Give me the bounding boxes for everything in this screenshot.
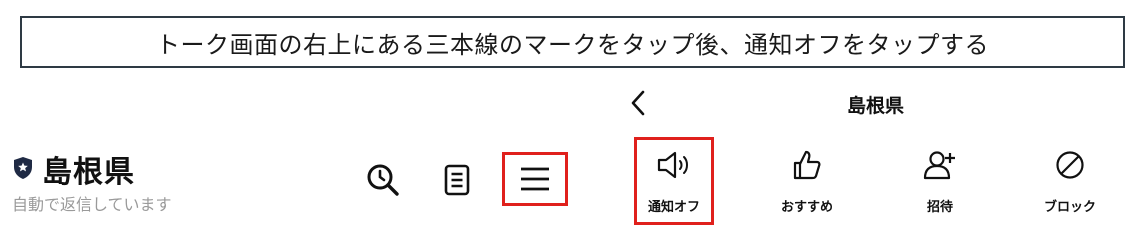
search-icon [367, 164, 399, 196]
chat-header: 島根県 自動で返信しています [0, 135, 600, 229]
menu-button[interactable] [502, 152, 568, 206]
invite-label: 招待 [926, 200, 953, 215]
add-person-icon [923, 151, 955, 180]
menu-title: 島根県 [846, 95, 904, 117]
account-name: 島根県 [42, 155, 135, 190]
recommend-label: おすすめ [780, 200, 833, 215]
mute-notifications-button[interactable]: 通知オフ [634, 137, 714, 225]
hamburger-menu-icon [521, 167, 549, 191]
shield-icon [14, 157, 32, 179]
speaker-icon [657, 151, 688, 179]
block-label: ブロック [1043, 200, 1096, 215]
auto-reply-status: 自動で返信しています [12, 195, 172, 214]
thumbs-up-icon [793, 150, 821, 180]
block-icon [1056, 151, 1084, 179]
instruction-banner: トーク画面の右上にある三本線のマークをタップ後、通知オフをタップする [20, 16, 1125, 68]
mute-notifications-label: 通知オフ [647, 200, 700, 215]
chat-menu-screen: 島根県 通知オフ おすすめ 招待 ブロック [604, 80, 1147, 229]
search-button[interactable] [365, 162, 401, 198]
notes-button[interactable] [440, 162, 474, 198]
notes-icon [444, 164, 470, 196]
instruction-text: トーク画面の右上にある三本線のマークをタップ後、通知オフをタップする [156, 30, 989, 59]
block-button[interactable]: ブロック [1030, 137, 1110, 225]
recommend-button[interactable]: おすすめ [767, 137, 847, 225]
invite-button[interactable]: 招待 [900, 137, 980, 225]
